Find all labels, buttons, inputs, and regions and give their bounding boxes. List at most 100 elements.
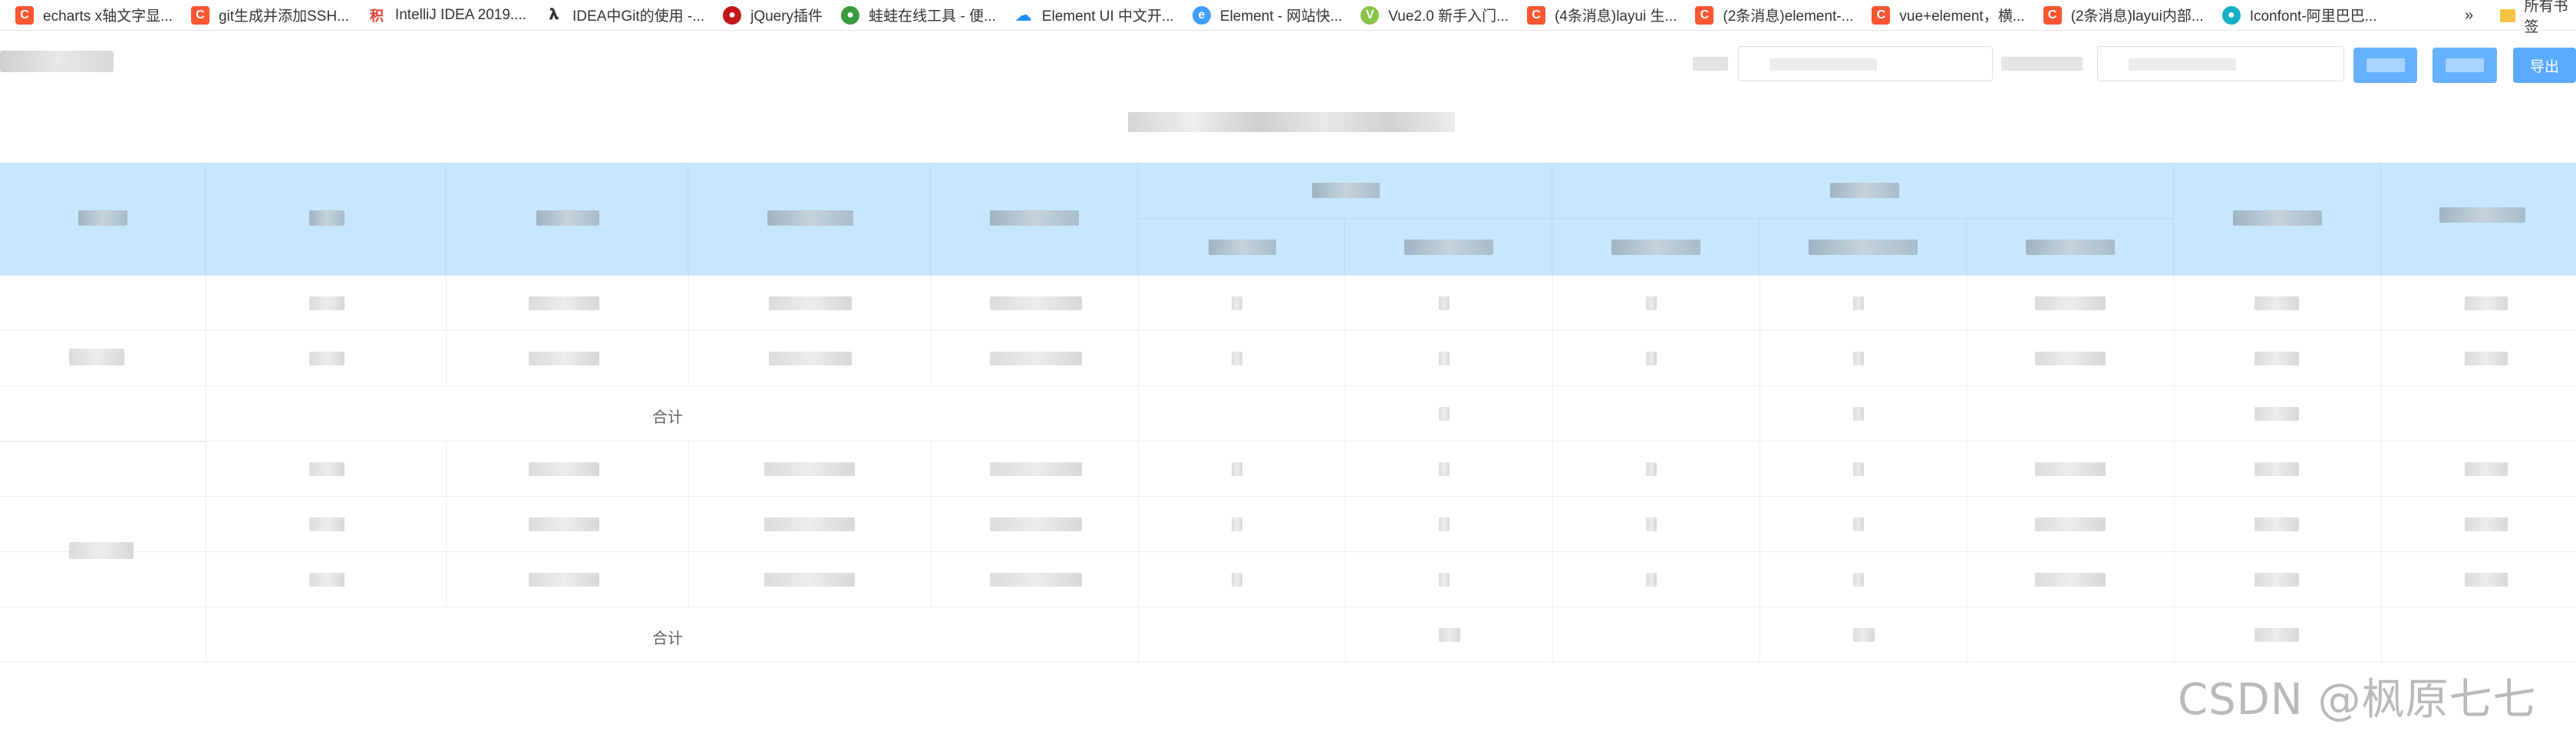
frog-icon: ●	[841, 5, 860, 25]
export-button[interactable]: 导出	[2513, 48, 2576, 83]
bookmark-item[interactable]: 𝛌 IDEA中Git的使用 -...	[545, 0, 704, 31]
table-cell	[1853, 462, 1864, 476]
table-cell	[1853, 628, 1875, 642]
header-label	[2233, 210, 2322, 226]
vue-icon: V	[1361, 5, 1380, 25]
table-cell	[990, 462, 1082, 476]
table-cell	[990, 296, 1082, 310]
table-cell	[1439, 462, 1450, 476]
table-cell	[1232, 573, 1242, 587]
header-cell	[446, 163, 688, 276]
table-cell	[2035, 573, 2106, 587]
reset-button[interactable]	[2433, 48, 2497, 83]
table-row-subtotal: 合计	[0, 386, 2576, 441]
header-label	[990, 210, 1079, 226]
table-cell	[1853, 517, 1864, 531]
table-header	[0, 163, 2576, 276]
column-divider	[931, 276, 932, 386]
table-cell	[2035, 352, 2106, 365]
header-cell	[1138, 218, 1345, 276]
table-cell	[1853, 296, 1864, 310]
table-cell	[309, 462, 345, 476]
back-link[interactable]	[0, 51, 114, 72]
table-cell	[990, 573, 1082, 587]
filter-input-1-placeholder	[1770, 58, 1877, 71]
table-cell	[1853, 573, 1864, 587]
bookmark-label: Element UI 中文开...	[1041, 8, 1174, 25]
iconfont-icon: ●	[2221, 5, 2241, 25]
table-cell	[1853, 407, 1864, 421]
element-icon: e	[1192, 5, 1211, 25]
cloud-icon: ☁	[1014, 5, 1033, 25]
bookmark-item[interactable]: e Element - 网站快...	[1192, 0, 1342, 31]
bookmark-item[interactable]: C (4条消息)layui 生...	[1526, 0, 1677, 31]
header-cell	[2174, 163, 2381, 276]
header-label	[2439, 207, 2525, 223]
bookmark-item[interactable]: ● 蛙蛙在线工具 - 便...	[841, 0, 996, 31]
header-cell	[1552, 218, 1760, 276]
bookmark-item[interactable]: ● Iconfont-阿里巴巴...	[2221, 0, 2377, 31]
table-cell	[1646, 573, 1657, 587]
header-label	[2026, 240, 2115, 255]
jquery-icon: ●	[723, 5, 742, 25]
column-divider	[446, 276, 447, 386]
header-label	[767, 210, 853, 226]
table-cell	[309, 517, 345, 531]
table-cell	[2254, 517, 2299, 531]
table-cell	[2465, 296, 2508, 310]
column-divider	[2174, 276, 2175, 663]
bookmark-item[interactable]: C (2条消息)element-...	[1695, 0, 1853, 31]
header-cell	[206, 163, 446, 276]
table-cell	[2254, 573, 2299, 587]
bookmark-item[interactable]: ☁ Element UI 中文开...	[1014, 0, 1174, 31]
filter-input-2[interactable]	[2097, 46, 2344, 81]
filter-input-1[interactable]	[1738, 46, 1993, 81]
bookmarks-bar: Cecharts x轴文字显... Cgit生成并添加SSH... 积 Intel…	[0, 0, 2576, 31]
table-cell	[2465, 462, 2508, 476]
subtotal-label: 合计	[652, 409, 683, 426]
table-cell	[2465, 352, 2508, 365]
table-cell	[1439, 517, 1450, 531]
table-cell	[764, 462, 855, 476]
header-label	[1404, 240, 1493, 255]
table-cell	[1232, 352, 1242, 365]
group-cell	[69, 542, 134, 559]
column-divider	[931, 441, 932, 607]
bookmarks-more-button[interactable]: »	[2465, 0, 2473, 31]
filter-label-2	[2001, 57, 2083, 71]
header-label	[309, 210, 345, 226]
header-cell	[688, 163, 931, 276]
bookmark-item[interactable]: ● jQuery插件	[723, 0, 823, 31]
bookmark-item[interactable]: 积 IntelliJ IDEA 2019....	[367, 0, 526, 31]
table-cell	[769, 352, 852, 365]
table-cell	[2254, 296, 2299, 310]
table-cell	[990, 352, 1082, 365]
header-label	[1809, 240, 1918, 255]
table-cell	[2035, 296, 2106, 310]
header-group	[1552, 163, 2174, 218]
table-cell	[309, 352, 345, 365]
header-label	[1312, 183, 1380, 198]
search-button[interactable]	[2353, 48, 2417, 83]
subtotal-label: 合计	[652, 630, 683, 647]
table-cell	[1439, 407, 1450, 421]
table-row	[0, 552, 2576, 607]
table-cell	[1232, 517, 1242, 531]
all-bookmarks-label: 所有书签	[2524, 0, 2568, 35]
bookmark-label: Iconfont-阿里巴巴...	[2249, 8, 2377, 25]
csdn-icon: C	[15, 5, 34, 25]
bookmark-item[interactable]: Cecharts x轴文字显...	[15, 0, 173, 31]
table-cell	[1439, 628, 1460, 642]
table-cell	[2035, 517, 2106, 531]
bookmark-label: 蛙蛙在线工具 - 便...	[869, 8, 996, 25]
header-cell	[1967, 218, 2174, 276]
bookmark-label: jQuery插件	[750, 8, 823, 25]
bookmark-label: (2条消息)layui内部...	[2070, 8, 2204, 25]
table-cell	[2254, 462, 2299, 476]
table-cell	[529, 573, 599, 587]
bookmark-item[interactable]: Cgit生成并添加SSH...	[190, 0, 349, 31]
bookmark-item[interactable]: Cvue+element，横...	[1872, 0, 2025, 31]
bookmark-item[interactable]: C (2条消息)layui内部...	[2043, 0, 2204, 31]
bookmark-item[interactable]: V Vue2.0 新手入门...	[1361, 0, 1509, 31]
all-bookmarks-folder[interactable]: 所有书签	[2500, 0, 2576, 35]
